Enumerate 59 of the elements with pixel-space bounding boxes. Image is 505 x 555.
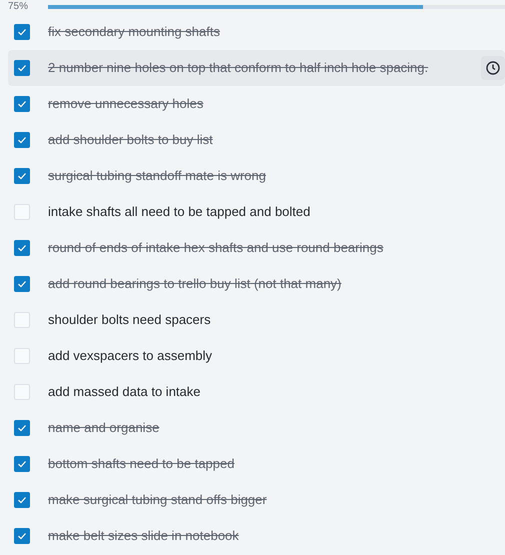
task-checkbox[interactable]: [14, 420, 30, 436]
task-row[interactable]: add round bearings to trello buy list (not that many): [8, 266, 505, 302]
check-icon: [17, 172, 27, 180]
task-row[interactable]: add shoulder bolts to buy list: [8, 122, 505, 158]
task-checkbox[interactable]: [14, 528, 30, 544]
task-row[interactable]: shoulder bolts need spacers: [8, 302, 505, 338]
task-checkbox[interactable]: [14, 168, 30, 184]
task-checkbox[interactable]: [14, 384, 30, 400]
task-text: add massed data to intake: [48, 383, 200, 402]
check-icon: [17, 100, 27, 108]
task-row[interactable]: remove unnecessary holes: [8, 86, 505, 122]
task-text: 2 number nine holes on top that conform to half inch hole spacing.: [48, 59, 428, 78]
check-icon: [17, 28, 27, 36]
task-text: add vexspacers to assembly: [48, 347, 212, 366]
task-text: add round bearings to trello buy list (not that many): [48, 275, 342, 294]
check-icon: [17, 280, 27, 288]
task-row[interactable]: surgical tubing standoff mate is wrong: [8, 158, 505, 194]
task-text: remove unnecessary holes: [48, 95, 204, 114]
task-text: name and organise: [48, 419, 160, 438]
task-row[interactable]: make surgical tubing stand offs bigger: [8, 482, 505, 518]
progress-percent: 75%: [8, 1, 30, 13]
check-icon: [17, 496, 27, 504]
task-checkbox[interactable]: [14, 96, 30, 112]
task-text: make surgical tubing stand offs bigger: [48, 491, 267, 510]
check-icon: [17, 136, 27, 144]
task-checkbox[interactable]: [14, 24, 30, 40]
task-text: round of ends of intake hex shafts and use round bearings: [48, 239, 384, 258]
check-icon: [17, 424, 27, 432]
task-row[interactable]: make belt sizes slide in notebook: [8, 518, 505, 554]
task-row[interactable]: intake shafts all need to be tapped and bolted: [8, 194, 505, 230]
task-text: fix secondary mounting shafts: [48, 23, 220, 42]
task-text: add shoulder bolts to buy list: [48, 131, 213, 150]
check-icon: [17, 244, 27, 252]
task-checkbox[interactable]: [14, 456, 30, 472]
task-checkbox[interactable]: [14, 348, 30, 364]
check-icon: [17, 532, 27, 540]
task-row[interactable]: fix secondary mounting shafts: [8, 14, 505, 50]
task-text: shoulder bolts need spacers: [48, 311, 211, 330]
task-checkbox[interactable]: [14, 312, 30, 328]
task-checkbox[interactable]: [14, 240, 30, 256]
task-text: bottom shafts need to be tapped: [48, 455, 234, 474]
task-row[interactable]: name and organise: [8, 410, 505, 446]
task-row[interactable]: 2 number nine holes on top that conform to half inch hole spacing.: [8, 50, 505, 86]
task-checkbox[interactable]: [14, 204, 30, 220]
task-row[interactable]: add vexspacers to assembly: [8, 338, 505, 374]
reminder-button[interactable]: [481, 56, 505, 80]
task-row[interactable]: add massed data to intake: [8, 374, 505, 410]
task-row[interactable]: bottom shafts need to be tapped: [8, 446, 505, 482]
task-checkbox[interactable]: [14, 132, 30, 148]
task-text: intake shafts all need to be tapped and bolted: [48, 203, 310, 222]
check-icon: [17, 460, 27, 468]
clock-icon: [486, 61, 500, 75]
task-checkbox[interactable]: [14, 60, 30, 76]
task-checkbox[interactable]: [14, 492, 30, 508]
check-icon: [17, 64, 27, 72]
task-text: make belt sizes slide in notebook: [48, 527, 239, 546]
task-text: surgical tubing standoff mate is wrong: [48, 167, 266, 186]
task-row[interactable]: round of ends of intake hex shafts and use round bearings: [8, 230, 505, 266]
task-checkbox[interactable]: [14, 276, 30, 292]
